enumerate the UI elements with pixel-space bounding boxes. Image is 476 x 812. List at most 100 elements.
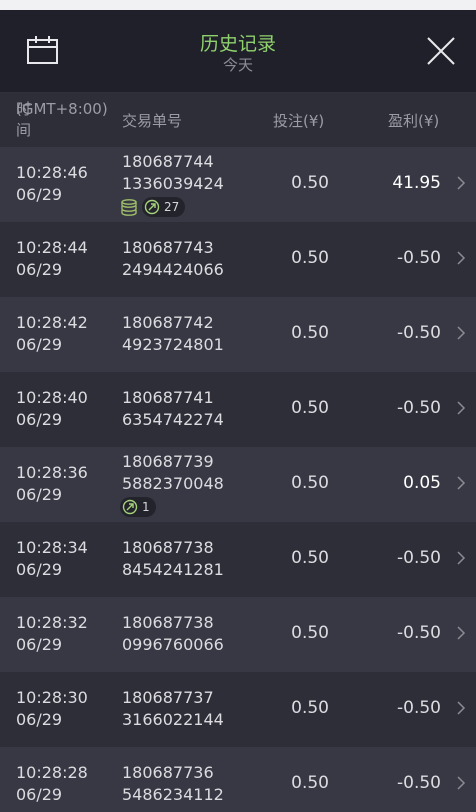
row-order-sub: 5882370048 bbox=[122, 474, 224, 493]
row-order-sub: 4923724801 bbox=[122, 335, 224, 354]
row-order-number: 180687743 bbox=[122, 238, 214, 257]
row-time: 10:28:40 06/29 bbox=[16, 387, 88, 431]
history-row[interactable]: 10:28:34 06/29 180687738 8454241281 0.50 -0.5… bbox=[0, 522, 476, 597]
row-time-value: 10:28:34 bbox=[16, 538, 88, 557]
row-date-value: 06/29 bbox=[16, 710, 63, 729]
chevron-right-icon bbox=[457, 326, 466, 340]
row-bet: 0.50 bbox=[291, 323, 329, 343]
close-icon bbox=[427, 37, 455, 65]
history-row[interactable]: 10:28:30 06/29 180687737 3166022144 0.50 -0.5… bbox=[0, 672, 476, 747]
free-spins-badge: 1 bbox=[120, 497, 156, 517]
row-date-value: 06/29 bbox=[16, 635, 63, 654]
row-bet: 0.50 bbox=[291, 173, 329, 193]
chevron-right-icon bbox=[457, 626, 466, 640]
row-profit: -0.50 bbox=[397, 773, 441, 793]
row-order-number: 180687742 bbox=[122, 313, 214, 332]
row-time: 10:28:28 06/29 bbox=[16, 762, 88, 806]
history-row[interactable]: 10:28:36 06/29 180687739 5882370048 0.50 0.05… bbox=[0, 447, 476, 522]
row-order-sub: 3166022144 bbox=[122, 710, 224, 729]
row-date-value: 06/29 bbox=[16, 185, 63, 204]
row-profit: -0.50 bbox=[397, 548, 441, 568]
free-spins-count: 27 bbox=[164, 200, 180, 214]
chevron-right-icon bbox=[457, 701, 466, 715]
column-timezone-label: (GMT+8:00) bbox=[16, 100, 108, 118]
row-order-sub: 2494424066 bbox=[122, 260, 224, 279]
row-time: 10:28:32 06/29 bbox=[16, 612, 88, 656]
row-time: 10:28:34 06/29 bbox=[16, 537, 88, 581]
row-bet: 0.50 bbox=[291, 773, 329, 793]
header: 历史记录 今天 bbox=[0, 10, 476, 93]
chevron-right-icon bbox=[457, 476, 466, 490]
row-time-value: 10:28:36 bbox=[16, 463, 88, 482]
row-order-number: 180687738 bbox=[122, 538, 214, 557]
status-strip bbox=[0, 0, 476, 10]
column-header: 时间 (GMT+8:00) 交易单号 投注(¥) 盈利(¥) bbox=[0, 93, 476, 147]
row-date-value: 06/29 bbox=[16, 410, 63, 429]
row-time-value: 10:28:44 bbox=[16, 238, 88, 257]
history-row[interactable]: 10:28:32 06/29 180687738 0996760066 0.50 -0.5… bbox=[0, 597, 476, 672]
row-order-sub: 1336039424 bbox=[122, 174, 224, 193]
chevron-right-icon bbox=[457, 776, 466, 790]
column-profit: 盈利(¥) bbox=[388, 112, 440, 130]
row-time-value: 10:28:46 bbox=[16, 163, 88, 182]
row-order: 180687739 5882370048 bbox=[122, 451, 224, 495]
row-profit: 0.05 bbox=[403, 473, 441, 493]
row-time: 10:28:42 06/29 bbox=[16, 312, 88, 356]
row-bet: 0.50 bbox=[291, 698, 329, 718]
row-time: 10:28:30 06/29 bbox=[16, 687, 88, 731]
row-date-value: 06/29 bbox=[16, 560, 63, 579]
row-time-value: 10:28:40 bbox=[16, 388, 88, 407]
history-row[interactable]: 10:28:40 06/29 180687741 6354742274 0.50 -0.5… bbox=[0, 372, 476, 447]
column-bet: 投注(¥) bbox=[273, 112, 325, 130]
row-bet: 0.50 bbox=[291, 398, 329, 418]
row-profit: -0.50 bbox=[397, 698, 441, 718]
row-order: 180687742 4923724801 bbox=[122, 312, 224, 356]
row-order: 180687738 0996760066 bbox=[122, 612, 224, 656]
spin-icon bbox=[122, 499, 138, 515]
free-spins-count: 1 bbox=[142, 500, 150, 514]
row-order-sub: 0996760066 bbox=[122, 635, 224, 654]
chevron-right-icon bbox=[457, 401, 466, 415]
row-order-sub: 5486234112 bbox=[122, 785, 224, 804]
row-time: 10:28:44 06/29 bbox=[16, 237, 88, 281]
row-date-value: 06/29 bbox=[16, 785, 63, 804]
row-order-number: 180687738 bbox=[122, 613, 214, 632]
row-order-number: 180687736 bbox=[122, 763, 214, 782]
row-profit: -0.50 bbox=[397, 623, 441, 643]
row-order-number: 180687737 bbox=[122, 688, 214, 707]
free-spins-badge: 27 bbox=[142, 197, 186, 217]
row-order-number: 180687739 bbox=[122, 452, 214, 471]
row-time-value: 10:28:42 bbox=[16, 313, 88, 332]
row-order: 180687736 5486234112 bbox=[122, 762, 224, 806]
close-button[interactable] bbox=[424, 34, 458, 68]
row-time-value: 10:28:28 bbox=[16, 763, 88, 782]
row-bet: 0.50 bbox=[291, 473, 329, 493]
row-bet: 0.50 bbox=[291, 623, 329, 643]
row-profit: -0.50 bbox=[397, 398, 441, 418]
row-order-sub: 8454241281 bbox=[122, 560, 224, 579]
row-profit: -0.50 bbox=[397, 248, 441, 268]
row-order: 180687744 1336039424 bbox=[122, 151, 224, 195]
column-order: 交易单号 bbox=[122, 112, 183, 130]
history-list: 10:28:46 06/29 180687744 1336039424 0.50 41.9… bbox=[0, 147, 476, 812]
spin-icon bbox=[144, 199, 160, 215]
page-title: 历史记录 bbox=[199, 33, 276, 55]
row-badges: 1 bbox=[120, 497, 156, 517]
row-bet: 0.50 bbox=[291, 548, 329, 568]
row-order: 180687743 2494424066 bbox=[122, 237, 224, 281]
row-order: 180687737 3166022144 bbox=[122, 687, 224, 731]
history-row[interactable]: 10:28:28 06/29 180687736 5486234112 0.50 -0.5… bbox=[0, 747, 476, 812]
chevron-right-icon bbox=[457, 176, 466, 190]
row-bet: 0.50 bbox=[291, 248, 329, 268]
history-row[interactable]: 10:28:44 06/29 180687743 2494424066 0.50 -0.5… bbox=[0, 222, 476, 297]
chevron-right-icon bbox=[457, 251, 466, 265]
row-order-number: 180687744 bbox=[122, 152, 214, 171]
history-row[interactable]: 10:28:42 06/29 180687742 4923724801 0.50 -0.5… bbox=[0, 297, 476, 372]
history-row[interactable]: 10:28:46 06/29 180687744 1336039424 0.50 41.9… bbox=[0, 147, 476, 222]
row-time: 10:28:46 06/29 bbox=[16, 162, 88, 206]
row-order-number: 180687741 bbox=[122, 388, 214, 407]
row-order: 180687741 6354742274 bbox=[122, 387, 224, 431]
row-date-value: 06/29 bbox=[16, 260, 63, 279]
title-block: 历史记录 今天 bbox=[0, 32, 476, 74]
row-profit: 41.95 bbox=[392, 173, 441, 193]
